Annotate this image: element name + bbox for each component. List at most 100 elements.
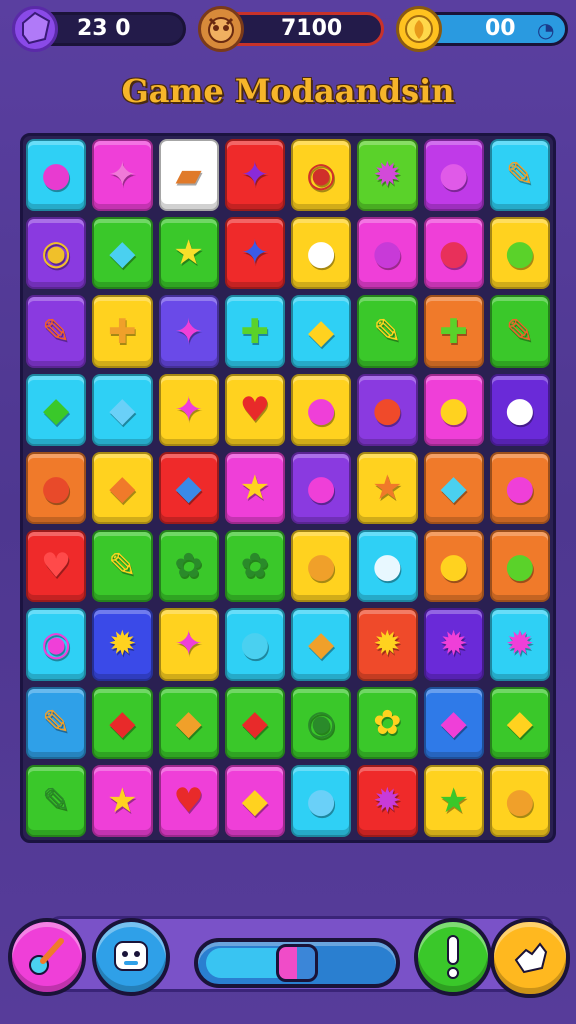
tile-piece-icon: ● xyxy=(505,467,535,508)
board-tile[interactable]: ● xyxy=(489,217,550,290)
board-tile[interactable]: ✹ xyxy=(423,608,484,681)
board-tile[interactable]: ▰ xyxy=(158,139,219,212)
board-tile[interactable]: ★ xyxy=(224,451,285,525)
board-tile[interactable]: ◆ xyxy=(489,686,550,759)
board-tile[interactable]: ✚ xyxy=(92,295,153,368)
board-tile[interactable]: ● xyxy=(357,217,418,290)
board-tile[interactable]: ● xyxy=(489,764,550,837)
hand-pointer-icon[interactable] xyxy=(490,918,570,998)
board-tile[interactable]: ◆ xyxy=(158,451,219,525)
board-tile[interactable]: ● xyxy=(423,217,484,290)
board-tile[interactable]: ● xyxy=(291,373,352,446)
board-tile[interactable]: ● xyxy=(489,451,550,525)
tile-piece-icon: ✎ xyxy=(373,311,402,352)
board-tile[interactable]: ◆ xyxy=(26,373,87,446)
board-tile[interactable]: ◉ xyxy=(291,686,352,759)
board-tile[interactable]: ● xyxy=(357,530,418,603)
board-tile[interactable]: ● xyxy=(26,451,87,525)
power-slider[interactable] xyxy=(194,938,400,988)
board-tile[interactable]: ◉ xyxy=(26,217,87,290)
board-tile[interactable]: ✹ xyxy=(357,139,418,212)
tile-piece-icon: ✹ xyxy=(373,624,402,665)
board-tile[interactable]: ✚ xyxy=(423,295,484,368)
board-tile[interactable]: ♥ xyxy=(26,530,87,603)
board-tile[interactable]: ✦ xyxy=(158,295,219,368)
board-tile[interactable]: ✦ xyxy=(224,139,285,212)
board-tile[interactable]: ● xyxy=(423,139,484,212)
board-tile[interactable]: ● xyxy=(26,139,87,212)
board-tile[interactable]: ✎ xyxy=(26,295,87,368)
board-tile[interactable]: ✎ xyxy=(357,295,418,368)
board-tile[interactable]: ♥ xyxy=(158,764,219,837)
board-tile[interactable]: ♥ xyxy=(224,373,285,446)
board-tile[interactable]: ◆ xyxy=(224,686,285,759)
tile-piece-icon: ◉ xyxy=(306,155,336,196)
board-tile[interactable]: ✦ xyxy=(92,139,153,212)
tile-piece-icon: ◆ xyxy=(440,467,467,508)
board-tile[interactable]: ✹ xyxy=(357,764,418,837)
board-tile[interactable]: ◆ xyxy=(423,451,484,525)
tile-piece-icon: ★ xyxy=(438,780,469,821)
tile-piece-icon: ✦ xyxy=(108,155,137,196)
board-tile[interactable]: ✹ xyxy=(357,608,418,681)
board-tile[interactable]: ● xyxy=(291,530,352,603)
board-tile[interactable]: ● xyxy=(291,764,352,837)
board-tile[interactable]: ✎ xyxy=(26,686,87,759)
tile-piece-icon: ● xyxy=(438,546,469,587)
tile-piece-icon: ✎ xyxy=(41,702,71,743)
board-tile[interactable]: ✦ xyxy=(158,608,219,681)
board-tile[interactable]: ✎ xyxy=(26,764,87,837)
board-tile[interactable]: ◆ xyxy=(423,686,484,759)
board-tile[interactable]: ✿ xyxy=(357,686,418,759)
board-tile[interactable]: ● xyxy=(489,530,550,603)
board-tile[interactable]: ✿ xyxy=(224,530,285,603)
exclamation-icon[interactable] xyxy=(414,918,492,996)
board-tile[interactable]: ★ xyxy=(357,451,418,525)
board-tile[interactable]: ★ xyxy=(423,764,484,837)
paint-brush-icon[interactable] xyxy=(8,918,86,996)
hud-left-value: 23 0 xyxy=(77,16,131,41)
board-tile[interactable]: ● xyxy=(423,530,484,603)
board-tile[interactable]: ● xyxy=(291,217,352,290)
board-tile[interactable]: ✎ xyxy=(489,139,550,212)
board-tile[interactable]: ✿ xyxy=(158,530,219,603)
board-tile[interactable]: ◆ xyxy=(92,373,153,446)
tile-piece-icon: ▰ xyxy=(175,155,202,196)
board-tile[interactable]: ● xyxy=(357,373,418,446)
owl-badge-icon xyxy=(198,6,244,52)
tile-piece-icon: ◆ xyxy=(109,233,136,274)
board-tile[interactable]: ✹ xyxy=(92,608,153,681)
tile-piece-icon: ★ xyxy=(372,467,403,508)
board-tile[interactable]: ✎ xyxy=(489,295,550,368)
board-tile[interactable]: ◆ xyxy=(224,764,285,837)
tile-piece-icon: ✚ xyxy=(439,311,468,352)
board-tile[interactable]: ◆ xyxy=(92,451,153,525)
board-tile[interactable]: ★ xyxy=(92,764,153,837)
board-tile[interactable]: ★ xyxy=(158,217,219,290)
tile-piece-icon: ● xyxy=(306,780,336,821)
board-tile[interactable]: ● xyxy=(489,373,550,446)
tile-piece-icon: ◆ xyxy=(308,624,335,665)
board-tile[interactable]: ◆ xyxy=(92,217,153,290)
board-tile[interactable]: ● xyxy=(291,451,352,525)
tile-piece-icon: ● xyxy=(372,546,403,587)
board-tile[interactable]: ◆ xyxy=(291,608,352,681)
board-tile[interactable]: ◆ xyxy=(92,686,153,759)
board-tile[interactable]: ◉ xyxy=(26,608,87,681)
board-tile[interactable]: ● xyxy=(423,373,484,446)
board-tile[interactable]: ● xyxy=(224,608,285,681)
board-tile[interactable]: ✦ xyxy=(224,217,285,290)
tile-piece-icon: ◆ xyxy=(308,311,335,352)
board-tile[interactable]: ◆ xyxy=(158,686,219,759)
tile-piece-icon: ✹ xyxy=(373,780,402,821)
board-tile[interactable]: ◆ xyxy=(291,295,352,368)
slider-knob[interactable] xyxy=(276,944,318,982)
board-tile[interactable]: ✎ xyxy=(92,530,153,603)
refresh-icon[interactable]: ◔ xyxy=(537,16,554,44)
board-tile[interactable]: ✹ xyxy=(489,608,550,681)
tile-piece-icon: ◆ xyxy=(506,702,533,743)
board-tile[interactable]: ✦ xyxy=(158,373,219,446)
board-tile[interactable]: ◉ xyxy=(291,139,352,212)
board-tile[interactable]: ✚ xyxy=(224,295,285,368)
robot-face-icon[interactable] xyxy=(92,918,170,996)
